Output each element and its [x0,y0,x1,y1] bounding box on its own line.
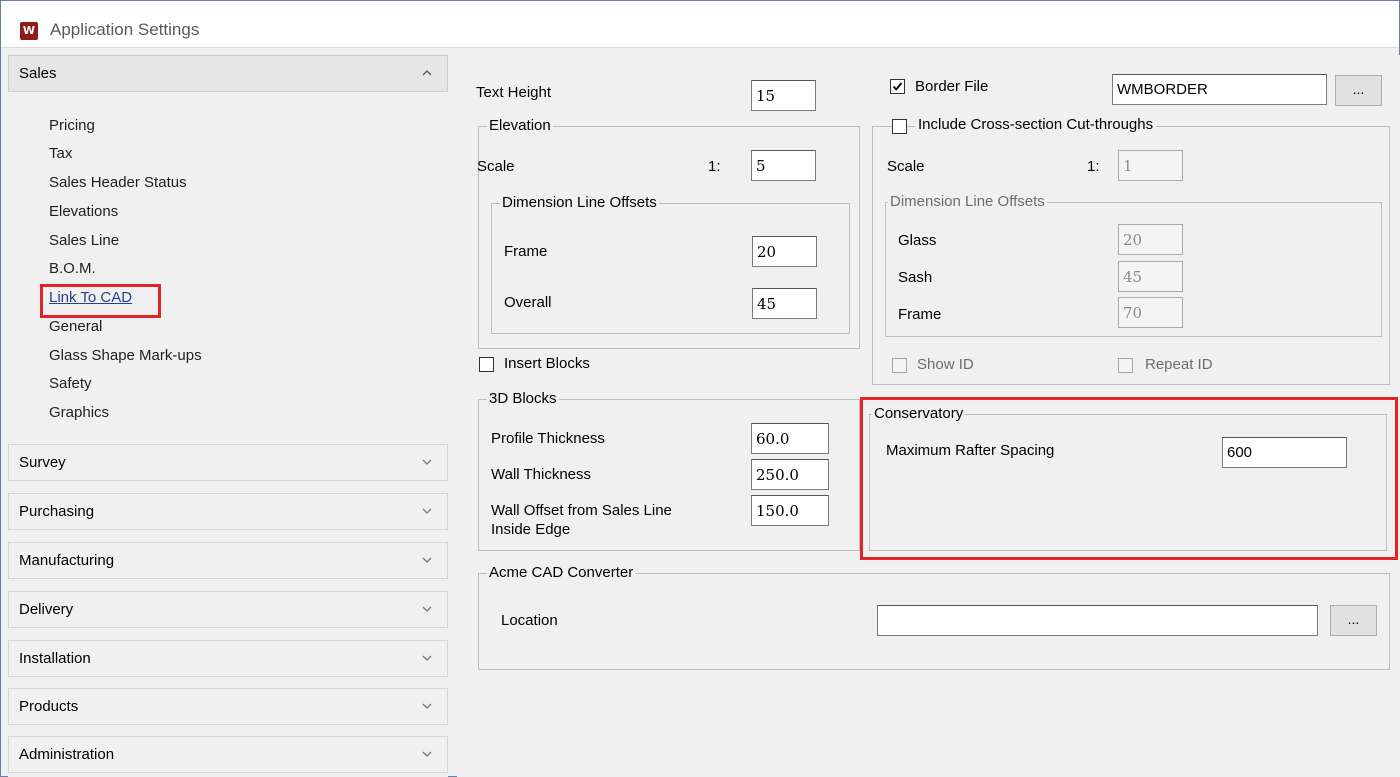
elevation-dimension-offsets-group: Dimension Line Offsets Frame 20 Overall … [491,194,850,334]
cross-section-dimension-offsets-legend: Dimension Line Offsets [888,193,1047,210]
chevron-up-icon [421,67,433,79]
profile-thickness-input[interactable]: 60.0 [751,423,829,454]
elevation-overall-input[interactable]: 45 [752,288,817,319]
3d-blocks-group: 3D Blocks Profile Thickness 60.0 Wall Th… [478,390,860,551]
title-bar: W Application Settings [1,1,1399,48]
repeat-id-checkbox[interactable] [1118,358,1133,373]
sidebar-group-purchasing[interactable]: Purchasing [8,493,448,530]
3d-blocks-legend: 3D Blocks [487,390,559,407]
chevron-down-icon [421,700,433,712]
chevron-down-icon [421,505,433,517]
wall-thickness-label: Wall Thickness [491,466,592,483]
settings-sidebar: Sales Pricing Tax Sales Header Status El… [8,55,448,777]
sidebar-item-general[interactable]: General [49,318,102,335]
chevron-down-icon [421,456,433,468]
wall-offset-input[interactable]: 150.0 [751,495,829,526]
cross-section-group: Include Cross-section Cut-throughs Scale… [872,116,1390,385]
selected-item-highlight [40,284,161,318]
elevation-overall-label: Overall [504,294,552,311]
border-file-input[interactable]: WMBORDER [1112,74,1327,105]
sidebar-group-label: Survey [19,454,66,471]
sidebar-item-glass-shape-mark-ups[interactable]: Glass Shape Mark-ups [49,347,202,364]
app-logo-icon: W [20,22,38,40]
cross-section-scale-input[interactable]: 1 [1118,150,1183,181]
location-browse-button[interactable]: ... [1330,605,1377,636]
sidebar-group-label: Products [19,698,79,715]
sidebar-item-graphics[interactable]: Graphics [49,404,109,421]
sidebar-group-installation[interactable]: Installation [8,640,448,677]
show-id-checkbox[interactable] [892,358,907,373]
insert-blocks-label: Insert Blocks [504,355,590,372]
show-id-label: Show ID [917,356,974,373]
chevron-down-icon [421,603,433,615]
acme-cad-converter-legend: Acme CAD Converter [487,564,636,581]
chevron-down-icon [421,554,433,566]
elevation-frame-label: Frame [504,243,548,260]
cross-section-label: Include Cross-section Cut-throughs [915,116,1157,133]
sidebar-group-label: Installation [19,650,91,667]
sidebar-group-label: Sales [19,65,57,82]
repeat-id-label: Repeat ID [1145,356,1213,373]
text-height-label: Text Height [476,84,552,101]
acme-cad-converter-group: Acme CAD Converter Location ... [478,564,1390,670]
application-settings-window: W Application Settings Sales Pricing Tax… [0,0,1400,777]
border-file-label: Border File [915,78,989,95]
sidebar-group-delivery[interactable]: Delivery [8,591,448,628]
sidebar-item-pricing[interactable]: Pricing [49,117,95,134]
sidebar-item-bom[interactable]: B.O.M. [49,260,96,277]
wall-offset-label-line2: Inside Edge [491,521,571,538]
sidebar-group-label: Purchasing [19,503,95,520]
elevation-legend: Elevation [487,117,553,134]
glass-offset-label: Glass [898,232,937,249]
frame-offset-label: Frame [898,306,942,323]
window-title: Application Settings [50,20,200,39]
text-height-input[interactable]: 15 [751,80,816,111]
sidebar-group-survey[interactable]: Survey [8,444,448,481]
sidebar-item-tax[interactable]: Tax [49,145,72,162]
insert-blocks-checkbox[interactable] [479,357,494,372]
sidebar-group-label: Administration [19,746,115,763]
sidebar-item-sales-header-status[interactable]: Sales Header Status [49,174,187,191]
sidebar-group-products[interactable]: Products [8,688,448,725]
sidebar-item-safety[interactable]: Safety [49,375,92,392]
sash-offset-label: Sash [898,269,933,286]
sidebar-group-sales[interactable]: Sales [8,55,448,92]
wall-offset-label: Wall Offset from Sales Line [491,502,672,519]
location-label: Location [501,612,558,629]
cross-section-checkbox[interactable] [892,119,907,134]
glass-offset-input[interactable]: 20 [1118,224,1183,255]
border-file-checkbox[interactable] [890,79,905,94]
elevation-scale-label: Scale [477,158,515,175]
elevation-scale-prefix: 1: [708,158,721,175]
sidebar-group-manufacturing[interactable]: Manufacturing [8,542,448,579]
sidebar-group-administration[interactable]: Administration [8,736,448,773]
border-file-browse-button[interactable]: ... [1335,75,1382,106]
elevation-frame-input[interactable]: 20 [752,236,817,267]
sash-offset-input[interactable]: 45 [1118,261,1183,292]
conservatory-highlight-box [860,397,1398,560]
sidebar-item-elevations[interactable]: Elevations [49,203,118,220]
cross-section-scale-label: Scale [887,158,925,175]
cross-section-dimension-offsets-group: Dimension Line Offsets Glass 20 Sash 45 … [885,193,1382,337]
link-to-cad-settings-panel: Text Height 15 Elevation Scale 1: 5 Dime… [457,55,1400,777]
frame-offset-input[interactable]: 70 [1118,297,1183,328]
location-input[interactable] [877,605,1318,636]
sidebar-group-label: Manufacturing [19,552,115,569]
checkmark-icon [892,82,903,91]
chevron-down-icon [421,748,433,760]
chevron-down-icon [421,652,433,664]
elevation-group: Elevation Scale 1: 5 Dimension Line Offs… [477,117,860,349]
dimension-offsets-legend: Dimension Line Offsets [500,194,659,211]
cross-section-scale-prefix: 1: [1087,158,1100,175]
profile-thickness-label: Profile Thickness [491,430,605,447]
wall-thickness-input[interactable]: 250.0 [751,459,829,490]
elevation-scale-input[interactable]: 5 [751,150,816,181]
sidebar-item-sales-line[interactable]: Sales Line [49,232,119,249]
sidebar-group-label: Delivery [19,601,74,618]
